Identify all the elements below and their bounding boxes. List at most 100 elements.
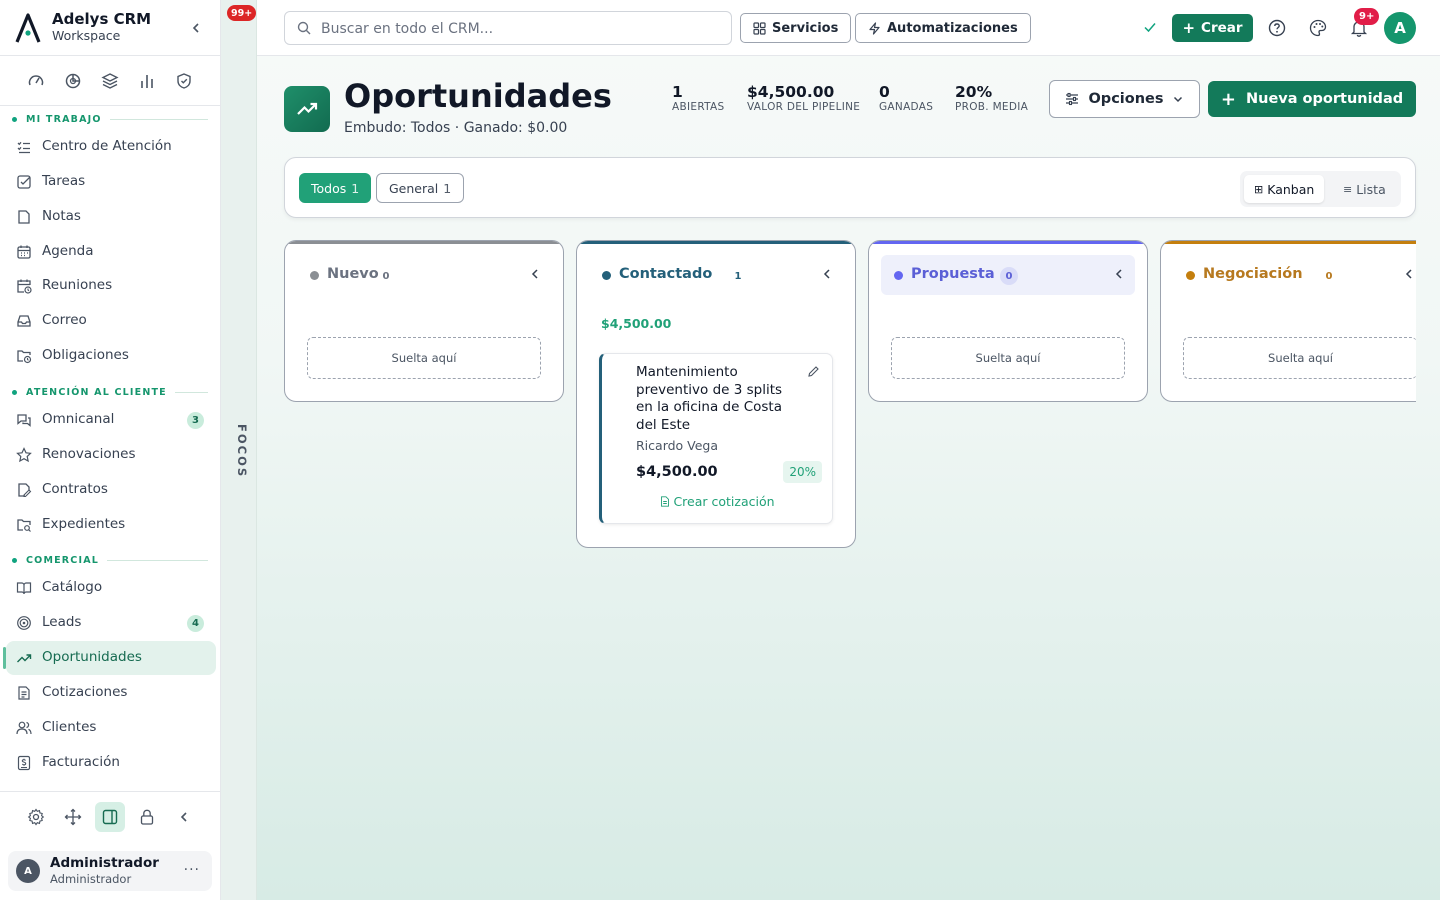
shield-check-icon[interactable]	[175, 72, 193, 90]
opportunity-card[interactable]: Mantenimiento preventivo de 3 splits en …	[599, 353, 833, 524]
collapse-sidebar-button[interactable]	[186, 18, 206, 38]
sidebar-item-label: Cotizaciones	[42, 684, 128, 700]
file-text-icon	[18, 686, 30, 700]
filter-bar: Todos 1 General 1 ⊞ Kanban ≡ Lista	[284, 157, 1416, 218]
section-heading-mi-trabajo: MI TRABAJO	[12, 112, 208, 126]
chart-pie-icon[interactable]	[64, 72, 82, 90]
crear-button[interactable]: + Crear	[1172, 14, 1253, 42]
stat-valor-pipeline: $4,500.00 VALOR DEL PIPELINE	[747, 84, 860, 113]
filter-chip-general[interactable]: General 1	[376, 173, 465, 203]
sidebar-toolbar	[0, 791, 221, 842]
drop-zone[interactable]: Suelta aquí	[307, 337, 541, 379]
file-signature-icon	[18, 483, 32, 498]
focus-count-badge: 99+	[227, 5, 257, 21]
inbox-icon	[17, 315, 31, 327]
sidebar-item-label: Clientes	[42, 719, 97, 735]
target-icon	[17, 616, 31, 630]
section-heading-atencion: ATENCIÓN AL CLIENTE	[12, 385, 208, 399]
palette-icon[interactable]	[1308, 18, 1328, 38]
sidebar-item-label: Obligaciones	[42, 347, 129, 363]
settings-button[interactable]	[26, 807, 46, 827]
search-input[interactable]	[321, 18, 721, 40]
user-avatar-button[interactable]: A	[1384, 12, 1416, 44]
sidebar-item-oportunidades[interactable]: Oportunidades	[3, 641, 216, 675]
sidebar-item-obligaciones[interactable]: Obligaciones	[6, 339, 216, 373]
column-title: Negociación	[1203, 266, 1303, 282]
nueva-oportunidad-label: Nueva oportunidad	[1245, 91, 1404, 107]
stat-label: PROB. MEDIA	[955, 101, 1029, 113]
user-role: Administrador	[50, 872, 132, 886]
star-icon	[16, 447, 32, 463]
brand-header: Adelys CRM Workspace	[0, 0, 221, 56]
sidebar-item-notas[interactable]: Notas	[6, 200, 216, 234]
lock-icon	[140, 809, 154, 825]
chevron-left-icon[interactable]	[819, 266, 835, 282]
section-heading-comercial: COMERCIAL	[12, 553, 208, 567]
users-icon	[16, 721, 32, 735]
pencil-icon[interactable]	[807, 365, 820, 378]
help-icon[interactable]	[1267, 18, 1287, 38]
sidebar-item-centro-atencion[interactable]: Centro de Atención	[6, 130, 216, 164]
avatar: A	[16, 859, 40, 883]
column-title: Propuesta	[911, 266, 995, 282]
view-label: Lista	[1356, 181, 1386, 197]
nueva-oportunidad-button[interactable]: + Nueva oportunidad	[1208, 81, 1416, 117]
chevron-left-icon[interactable]	[527, 266, 543, 282]
sidebar-item-renovaciones[interactable]: Renovaciones	[6, 438, 216, 472]
layers-icon[interactable]	[101, 72, 119, 90]
panel-layout-button[interactable]	[95, 802, 125, 832]
collapse-button[interactable]	[174, 807, 194, 827]
sidebar-item-tareas[interactable]: Tareas	[6, 165, 216, 199]
sliders-icon	[1066, 92, 1079, 106]
automatizaciones-button[interactable]: Automatizaciones	[855, 13, 1031, 43]
chip-label: Todos	[311, 180, 347, 196]
stat-value: 0	[879, 83, 890, 101]
drop-zone[interactable]: Suelta aquí	[1183, 337, 1416, 379]
column-count: 0	[382, 270, 390, 282]
view-label: Kanban	[1267, 181, 1315, 197]
sidebar-item-reuniones[interactable]: Reuniones	[6, 269, 216, 303]
chevron-left-icon[interactable]	[1111, 266, 1127, 282]
receipt-icon	[17, 755, 31, 771]
focus-panel-strip[interactable]: 99+ FOCOS	[221, 0, 257, 900]
move-button[interactable]	[63, 807, 83, 827]
top-bar: Servicios Automatizaciones + Crear 9+ A	[257, 0, 1440, 56]
chevron-left-icon[interactable]	[1401, 266, 1416, 282]
gauge-icon[interactable]	[27, 72, 45, 90]
sidebar-item-contratos[interactable]: Contratos	[6, 473, 216, 507]
sidebar-item-clientes[interactable]: Clientes	[6, 711, 216, 745]
sidebar-item-leads[interactable]: Leads 4	[6, 606, 216, 640]
chip-count: 1	[443, 180, 452, 196]
stat-label: ABIERTAS	[672, 101, 725, 113]
sidebar-item-label: Renovaciones	[42, 446, 136, 462]
focus-label[interactable]: FOCOS	[229, 424, 249, 478]
view-kanban-button[interactable]: ⊞ Kanban	[1244, 175, 1325, 203]
automatizaciones-label: Automatizaciones	[887, 20, 1018, 36]
search-box[interactable]	[284, 11, 732, 45]
sidebar-item-omnicanal[interactable]: Omnicanal 3	[6, 403, 216, 437]
column-header: Nuevo 0	[297, 255, 551, 295]
filter-chip-todos[interactable]: Todos 1	[299, 173, 372, 203]
checkbox-icon	[17, 175, 31, 189]
view-lista-button[interactable]: ≡ Lista	[1333, 175, 1396, 203]
card-amount: $4,500.00	[636, 464, 718, 480]
sidebar-item-agenda[interactable]: Agenda	[6, 235, 216, 269]
count-badge: 3	[187, 412, 204, 429]
more-options-icon[interactable]: ···	[184, 862, 200, 878]
opciones-button[interactable]: Opciones	[1049, 80, 1200, 118]
card-title: Mantenimiento preventivo de 3 splits en …	[636, 364, 783, 433]
bar-chart-icon[interactable]	[138, 72, 156, 90]
sidebar-item-cotizaciones[interactable]: Cotizaciones	[6, 676, 216, 710]
sidebar-item-label: Notas	[42, 208, 81, 224]
sidebar-item-label: Tareas	[42, 173, 86, 189]
user-card[interactable]: A Administrador Administrador ···	[8, 851, 212, 891]
crear-cotizacion-link[interactable]: Crear cotización	[602, 494, 833, 509]
servicios-button[interactable]: Servicios	[740, 13, 852, 43]
sidebar-item-facturacion[interactable]: Facturación	[6, 746, 216, 780]
sidebar-item-correo[interactable]: Correo	[6, 304, 216, 338]
drop-zone[interactable]: Suelta aquí	[891, 337, 1125, 379]
sidebar-item-expedientes[interactable]: Expedientes	[6, 508, 216, 542]
plus-icon: +	[1182, 19, 1196, 37]
lock-button[interactable]	[137, 807, 157, 827]
sidebar-item-catalogo[interactable]: Catálogo	[6, 571, 216, 605]
